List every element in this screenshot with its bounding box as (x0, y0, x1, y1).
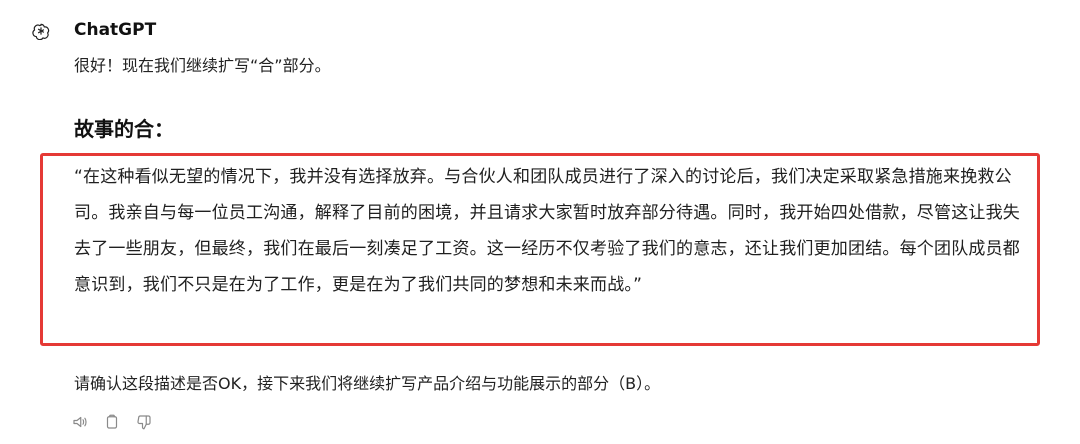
message-sender: ChatGPT (74, 20, 157, 40)
message-actions (70, 412, 154, 432)
thumbs-down-icon[interactable] (134, 412, 154, 432)
story-paragraph: “在这种看似无望的情况下，我并没有选择放弃。与合伙人和团队成员进行了深入的讨论后… (74, 167, 1020, 295)
read-aloud-icon[interactable] (70, 412, 90, 432)
confirmation-text: 请确认这段描述是否OK，接下来我们将继续扩写产品介绍与功能展示的部分（B）。 (74, 374, 661, 393)
chatgpt-avatar-icon (32, 22, 50, 41)
section-title: 故事的合： (74, 117, 174, 141)
message-intro: 很好！现在我们继续扩写“合”部分。 (74, 56, 331, 75)
copy-icon[interactable] (102, 412, 122, 432)
